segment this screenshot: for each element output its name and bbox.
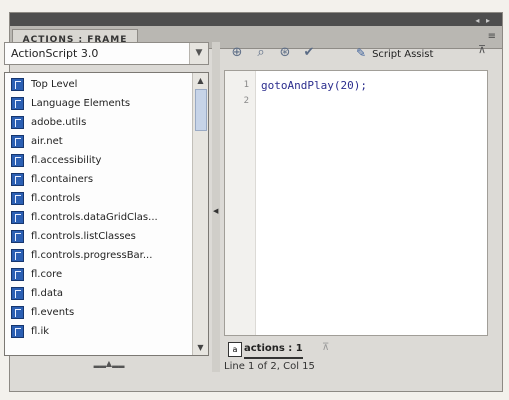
tree-item-label: fl.controls.progressBar... (31, 250, 153, 261)
script-toolbar: ⊕ ⌕ ⊛ ✔ ✎ Script Assist ⊼ (224, 42, 488, 66)
panel-menu-icon[interactable]: ≡ (488, 31, 496, 42)
book-icon (11, 268, 24, 281)
tree-item-label: adobe.utils (31, 117, 87, 128)
tree-item[interactable]: fl.core (7, 265, 187, 284)
book-icon (11, 230, 24, 243)
actions-toolbox: ActionScript 3.0 ▼ Top Level Language El… (4, 42, 212, 372)
tree-item[interactable]: fl.controls.progressBar... (7, 246, 187, 265)
check-syntax-icon[interactable]: ✔ (300, 44, 318, 62)
tree-item[interactable]: fl.controls.dataGridClas... (7, 208, 187, 227)
panel-collapse-icon[interactable]: ◂ ▸ (475, 16, 492, 25)
chevron-down-icon[interactable]: ▼ (189, 43, 208, 64)
add-item-icon[interactable]: ⊕ (228, 44, 246, 62)
book-icon (11, 135, 24, 148)
tree-item-label: fl.core (31, 269, 63, 280)
tree-item-label: air.net (31, 136, 63, 147)
book-icon (11, 249, 24, 262)
tree-item-label: fl.data (31, 288, 64, 299)
book-icon (11, 97, 24, 110)
target-icon[interactable]: ⊛ (276, 44, 294, 62)
find-icon[interactable]: ⌕ (252, 44, 270, 62)
language-select[interactable]: ActionScript 3.0 ▼ (4, 42, 209, 65)
scroll-thumb[interactable] (195, 89, 207, 131)
frame-script-icon: a (228, 342, 242, 357)
tree-item-label: Language Elements (31, 98, 131, 109)
tree-scrollbar[interactable]: ▲ ▼ (192, 73, 208, 355)
tree-item[interactable]: fl.accessibility (7, 151, 187, 170)
tree-item-label: Top Level (31, 79, 78, 90)
book-icon (11, 154, 24, 167)
book-icon (11, 192, 24, 205)
line-info-status: Line 1 of 2, Col 15 (224, 361, 315, 372)
pane-splitter[interactable]: ◀ (212, 42, 220, 372)
tree-item[interactable]: air.net (7, 132, 187, 151)
tree-item-label: fl.accessibility (31, 155, 102, 166)
scroll-down-icon[interactable]: ▼ (193, 340, 208, 355)
tree-item-label: fl.ik (31, 326, 50, 337)
line-number-gutter: 1 2 (225, 71, 256, 335)
scroll-up-icon[interactable]: ▲ (193, 73, 208, 88)
tree-item[interactable]: fl.events (7, 303, 187, 322)
actions-tree[interactable]: Top Level Language Elements adobe.utils … (4, 72, 209, 356)
tree-item[interactable]: Top Level (7, 75, 187, 94)
pencil-icon: ✎ (356, 46, 367, 60)
pin-icon[interactable]: ⊼ (478, 43, 486, 56)
tree-item[interactable]: Language Elements (7, 94, 187, 113)
tree-item[interactable]: fl.ik (7, 322, 187, 341)
book-icon (11, 211, 24, 224)
line-number: 1 (243, 80, 249, 90)
pin-script-icon[interactable]: ⊼ (322, 342, 329, 353)
tree-item[interactable]: fl.controls.listClasses (7, 227, 187, 246)
script-tab-actions[interactable]: actions : 1 (244, 341, 303, 359)
tree-item-label: fl.controls (31, 193, 81, 204)
tree-item[interactable]: fl.data (7, 284, 187, 303)
tree-item-label: fl.containers (31, 174, 94, 185)
script-editor[interactable]: 1 2 gotoAndPlay(20); (224, 70, 488, 336)
tree-item-label: fl.controls.listClasses (31, 231, 136, 242)
tree-item[interactable]: adobe.utils (7, 113, 187, 132)
tree-item[interactable]: fl.containers (7, 170, 187, 189)
resize-grip-icon[interactable]: ▂▂▲▂▂ (64, 360, 154, 368)
script-tabs-bar: a actions : 1 ⊼ (224, 340, 488, 359)
script-assist-button[interactable]: ✎ Script Assist (356, 44, 433, 62)
book-icon (11, 306, 24, 319)
tree-item[interactable]: fl.controls (7, 189, 187, 208)
line-number: 2 (243, 96, 249, 106)
book-icon (11, 287, 24, 300)
script-assist-label: Script Assist (372, 49, 434, 60)
book-icon (11, 325, 24, 338)
panel-titlebar[interactable]: ◂ ▸ (10, 13, 502, 26)
language-select-value: ActionScript 3.0 (11, 47, 99, 60)
code-line[interactable]: gotoAndPlay(20); (261, 79, 367, 92)
book-icon (11, 78, 24, 91)
book-icon (11, 116, 24, 129)
tree-item-label: fl.controls.dataGridClas... (31, 212, 158, 223)
tree-item-label: fl.events (31, 307, 75, 318)
collapse-arrow-icon[interactable]: ◀ (213, 207, 218, 215)
book-icon (11, 173, 24, 186)
